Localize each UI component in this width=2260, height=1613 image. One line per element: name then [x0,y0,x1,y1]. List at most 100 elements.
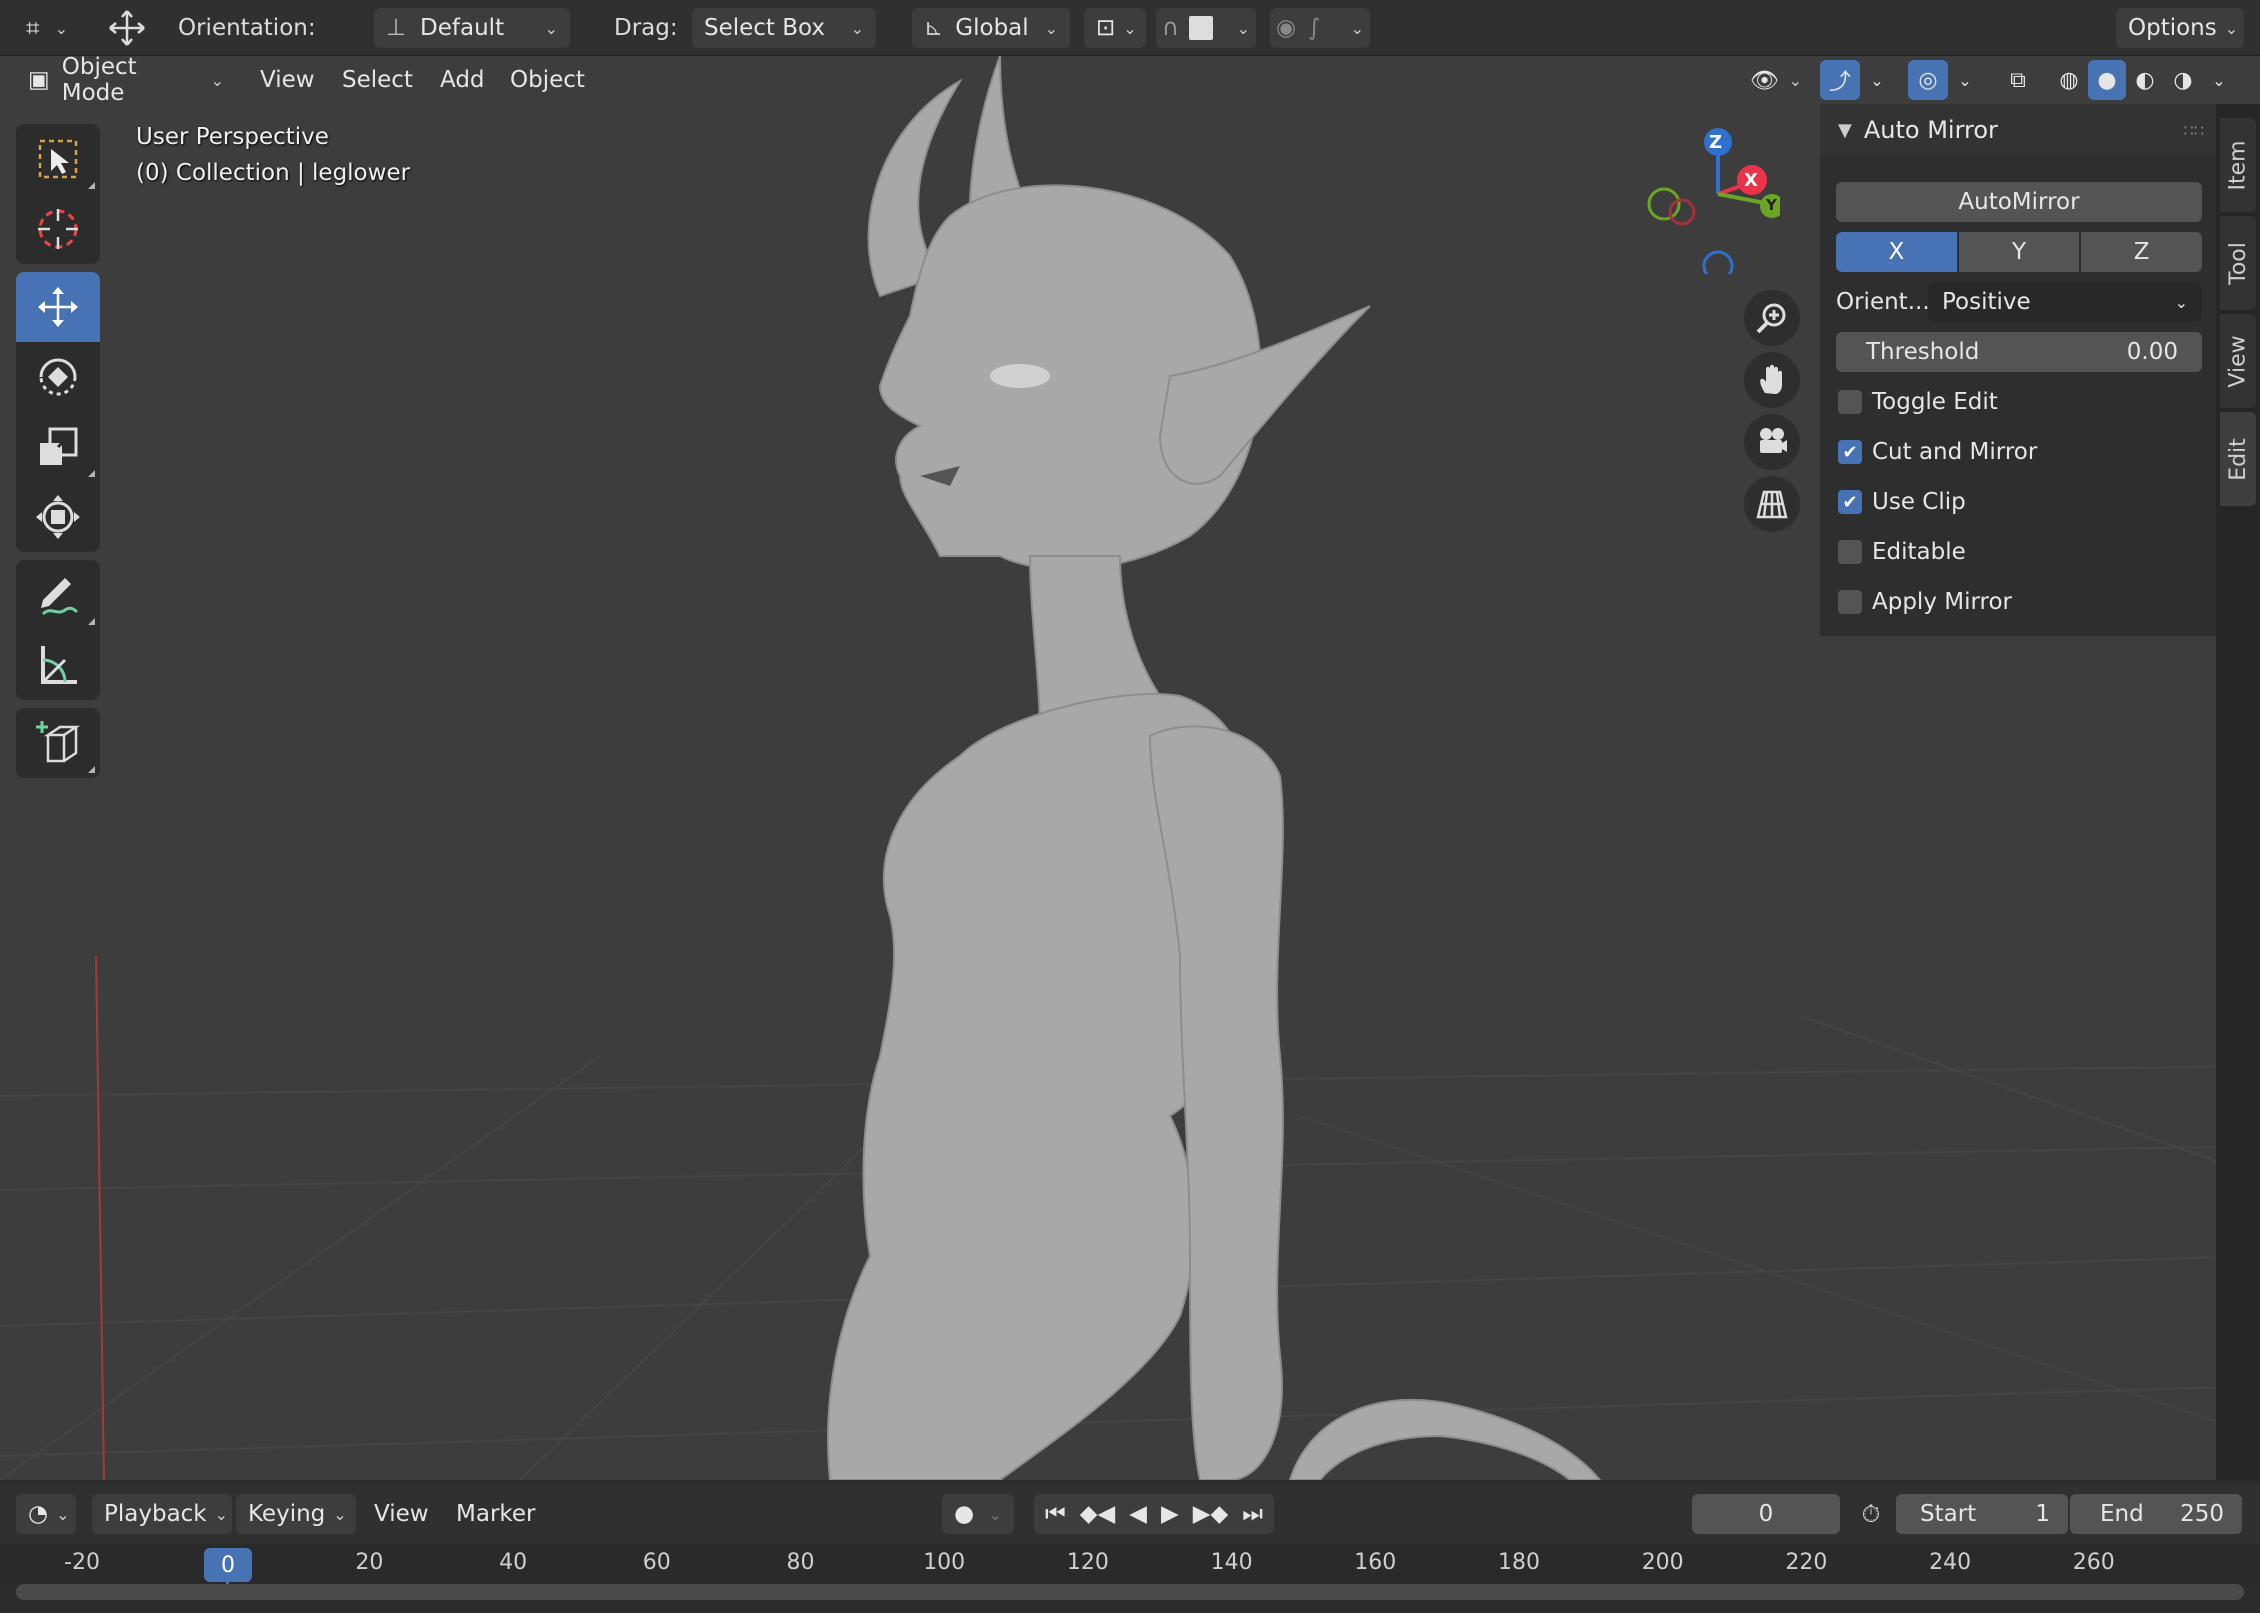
checkbox-box[interactable]: ✔ [1838,440,1862,464]
proportional-editing-icon[interactable]: ◉ [1276,15,1296,41]
end-label: End [2100,1501,2144,1527]
menu-view[interactable]: View [248,60,324,100]
axis-y-button[interactable]: Y [1958,232,2080,272]
end-value: 250 [2180,1501,2224,1527]
timeline-view-menu[interactable]: View [362,1494,442,1534]
timeline-scrollbar[interactable] [16,1584,2244,1600]
threshold-value: 0.00 [2126,339,2178,365]
tab-view[interactable]: View [2220,314,2256,408]
current-frame-field[interactable]: 0 [1692,1494,1840,1534]
transform-orientation-dropdown[interactable]: ⊾ Global ⌄ [912,8,1070,48]
orient-value: Positive [1942,289,2031,315]
gizmo-icon: ⤴ [1828,70,1851,95]
options-dropdown[interactable]: Options ⌄ [2116,8,2244,48]
solid-shading-button[interactable]: ● [2088,60,2126,100]
tab-view-label: View [2225,334,2251,388]
editor-type-button[interactable]: ⌗ ⌄ [14,8,80,48]
visibility-dropdown[interactable]: 👁 ⌄ [1744,60,1808,100]
orient-dropdown[interactable]: Positive ⌄ [1928,282,2202,322]
pivot-point-dropdown[interactable]: ⊡ ⌄ [1084,8,1146,48]
mode-dropdown[interactable]: ▣ Object Mode ⌄ [16,54,236,106]
drag-handle-icon[interactable]: ∷∷ [2184,121,2204,140]
menu-add[interactable]: Add [428,60,492,100]
end-frame-field[interactable]: End 250 [2070,1494,2242,1534]
checkbox-use-clip[interactable]: ✔ Use Clip [1836,482,2202,522]
checkbox-box[interactable] [1838,540,1862,564]
checkbox-label: Editable [1872,539,1966,565]
shading-dropdown[interactable]: ⌄ [2204,60,2234,100]
camera-view-button[interactable] [1744,414,1800,470]
automirror-button[interactable]: AutoMirror [1836,182,2202,222]
menu-select[interactable]: Select [330,60,422,100]
select-box-icon [38,139,78,179]
drag-dropdown[interactable]: Select Box ⌄ [692,8,876,48]
xray-toggle-button[interactable]: ⧉ [1998,60,2038,100]
start-frame-field[interactable]: Start 1 [1896,1494,2068,1534]
toolbar-group-select [16,124,100,264]
prev-keyframe-icon[interactable]: ◆◀ [1080,1501,1115,1527]
character-model[interactable] [827,56,1602,1480]
checkbox-editable[interactable]: Editable [1836,532,2202,572]
tab-tool[interactable]: Tool [2220,216,2256,310]
stopwatch-icon[interactable]: ⏱ [1852,1494,1890,1534]
overlays-toggle-button[interactable]: ◎ [1908,60,1948,100]
marker-menu[interactable]: Marker [444,1494,544,1534]
object-mode-icon: ▣ [28,67,50,93]
checkbox-label: Cut and Mirror [1872,439,2038,465]
zoom-button[interactable] [1744,290,1800,346]
checkbox-box[interactable] [1838,590,1862,614]
annotate-tool[interactable] [16,560,100,630]
play-reverse-icon[interactable]: ◀ [1129,1501,1147,1527]
panel-title: Auto Mirror [1863,116,1998,144]
panel-header-auto-mirror[interactable]: ▼ Auto Mirror ∷∷ [1820,104,2216,156]
playhead-indicator[interactable]: 0 [204,1548,252,1582]
transform-tool[interactable] [16,482,100,552]
axis-x-button[interactable]: X [1836,232,1957,272]
grid-perspective-icon [1756,490,1788,519]
perspective-toggle-button[interactable] [1744,476,1800,532]
checkbox-apply-mirror[interactable]: Apply Mirror [1836,582,2202,622]
tab-item[interactable]: Item [2220,118,2256,212]
scale-tool[interactable] [16,412,100,482]
next-keyframe-icon[interactable]: ▶◆ [1193,1501,1228,1527]
move-tool[interactable] [16,272,100,342]
cursor-tool[interactable] [16,194,100,264]
keying-menu[interactable]: Keying ⌄ [236,1494,356,1534]
proportional-editing-controls[interactable]: ◉ ∫ ⌄ [1270,8,1370,48]
threshold-field[interactable]: Threshold 0.00 [1836,332,2202,372]
axis-z-button[interactable]: Z [2081,232,2203,272]
checkbox-box[interactable] [1838,390,1862,414]
select-box-tool[interactable] [16,124,100,194]
playback-menu[interactable]: Playback ⌄ [92,1494,232,1534]
add-cube-tool[interactable] [16,708,100,778]
drag-value: Select Box [704,15,826,41]
material-shading-button[interactable]: ◐ [2126,60,2164,100]
gizmo-toggle-button[interactable]: ⤴ [1820,60,1860,100]
checkbox-box[interactable]: ✔ [1838,490,1862,514]
checkbox-cut-and-mirror[interactable]: ✔ Cut and Mirror [1836,432,2202,472]
timeline-ruler[interactable] [0,1544,2260,1584]
toolbar [16,124,100,786]
snap-magnet-icon[interactable]: ∩ [1162,15,1179,41]
pan-button[interactable] [1744,352,1800,408]
jump-start-icon[interactable]: ⏮ [1045,1501,1066,1527]
snap-controls[interactable]: ∩ ⌄ [1156,8,1256,48]
snap-target-icon[interactable] [1188,16,1213,40]
menu-object[interactable]: Object [498,60,592,100]
checkmark-icon: ✔ [1842,491,1858,513]
falloff-curve-icon[interactable]: ∫ [1308,15,1320,41]
jump-end-icon[interactable]: ⏭ [1242,1501,1263,1527]
rotate-tool[interactable] [16,342,100,412]
measure-tool[interactable] [16,630,100,700]
timeline-editor-type-button[interactable]: ◔ ⌄ [16,1494,76,1534]
gizmo-dropdown[interactable]: ⌄ [1862,60,1892,100]
orientation-dropdown[interactable]: ⊥ Default ⌄ [374,8,570,48]
checkbox-toggle-edit[interactable]: Toggle Edit [1836,382,2202,422]
play-icon[interactable]: ▶ [1161,1501,1179,1527]
tab-edit[interactable]: Edit [2220,412,2256,506]
rendered-shading-button[interactable]: ◑ [2164,60,2202,100]
wireframe-shading-button[interactable]: ◍ [2050,60,2088,100]
auto-keying-toggle[interactable]: ● ⌄ [942,1494,1014,1534]
overlays-dropdown[interactable]: ⌄ [1950,60,1980,100]
orientation-icon: ⊥ [386,15,407,41]
